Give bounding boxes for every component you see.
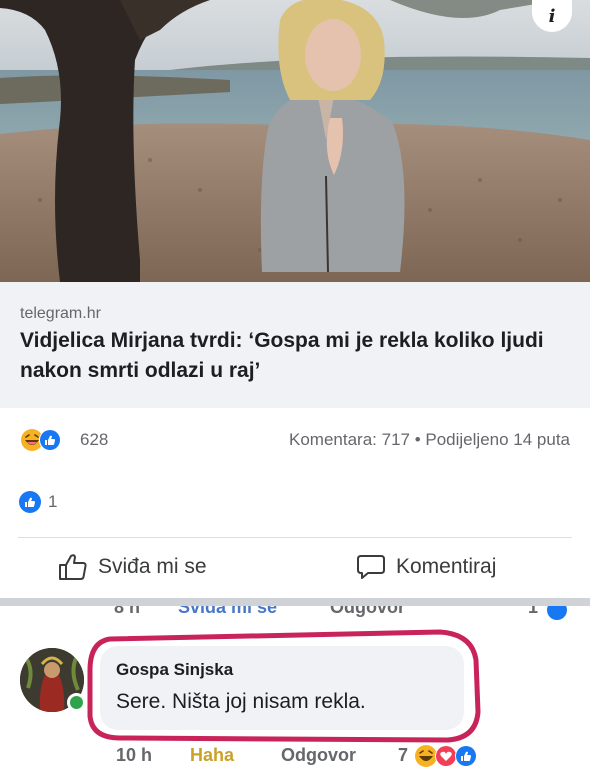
comment-text: Sere. Ništa joj nisam rekla. (116, 690, 366, 713)
reaction-icons[interactable] (20, 428, 76, 452)
post-stats: 628 Komentara: 717 • Podijeljeno 14 puta (0, 424, 590, 464)
link-headline[interactable]: Vidjelica Mirjana tvrdi: ‘Gospa mi je re… (20, 326, 560, 386)
previous-comment-reply[interactable]: Odgovor (330, 606, 405, 618)
screenshot-divider (0, 598, 590, 606)
like-icon (19, 491, 41, 513)
haha-icon (415, 745, 437, 767)
previous-comment-time: 8 h (114, 606, 141, 617)
link-source: telegram.hr (20, 305, 101, 322)
comment-haha-button[interactable]: Haha (190, 745, 234, 766)
like-icon (39, 429, 61, 451)
like-button-label: Sviđa mi se (98, 555, 207, 578)
comment-bubble[interactable]: Gospa Sinjska Sere. Ništa joj nisam rekl… (100, 646, 464, 730)
comment-reaction-icons[interactable] (414, 744, 490, 768)
comment-footer: 10 h Haha Odgovor 7 (0, 742, 590, 772)
like-count: 1 (48, 492, 58, 511)
previous-comment-like[interactable]: Sviđa mi se (178, 606, 277, 618)
online-status-dot (67, 693, 86, 712)
thumbs-up-icon (59, 554, 87, 580)
like-button[interactable]: Sviđa mi se (58, 553, 207, 581)
divider (18, 537, 572, 538)
like-icon (455, 745, 477, 767)
like-icon (547, 606, 567, 620)
comment-reply-button[interactable]: Odgovor (281, 745, 356, 766)
previous-comment-footer: 8 h Sviđa mi se Odgovor 1 (0, 606, 590, 626)
link-preview[interactable]: telegram.hr Vidjelica Mirjana tvrdi: ‘Go… (0, 282, 590, 408)
comment-author[interactable]: Gospa Sinjska (116, 660, 233, 680)
comment-reaction-count: 7 (398, 745, 409, 765)
previous-comment-count: 1 (528, 606, 539, 617)
post-image[interactable]: i (0, 0, 590, 282)
comments-shares-count[interactable]: Komentara: 717 • Podijeljeno 14 puta (289, 430, 570, 450)
comment-button[interactable]: Komentiraj (356, 553, 496, 581)
comment-time[interactable]: 10 h (116, 745, 152, 766)
post-actions: Sviđa mi se Komentiraj (0, 545, 590, 597)
comment-button-label: Komentiraj (396, 555, 497, 578)
post-photo (0, 0, 590, 282)
heart-icon (435, 745, 457, 767)
reaction-count[interactable]: 628 (80, 430, 108, 450)
comment-icon (357, 555, 385, 579)
